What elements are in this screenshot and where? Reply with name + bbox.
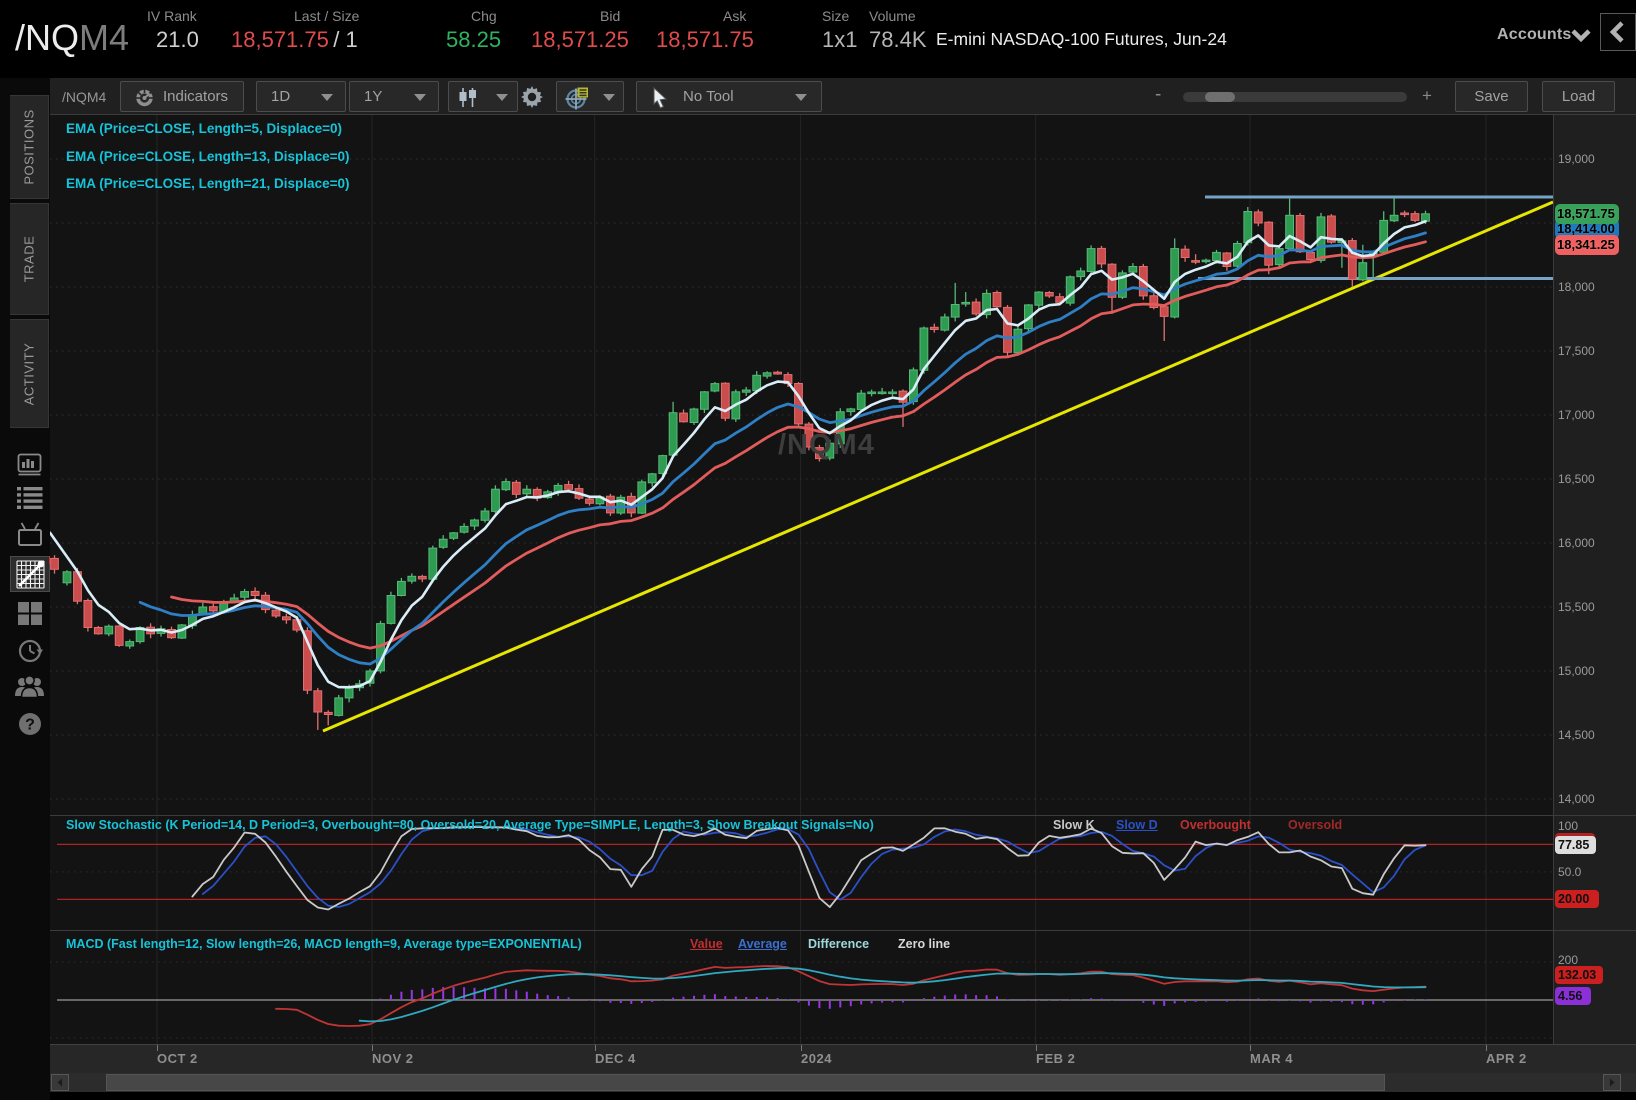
svg-text:?: ? xyxy=(25,717,35,734)
